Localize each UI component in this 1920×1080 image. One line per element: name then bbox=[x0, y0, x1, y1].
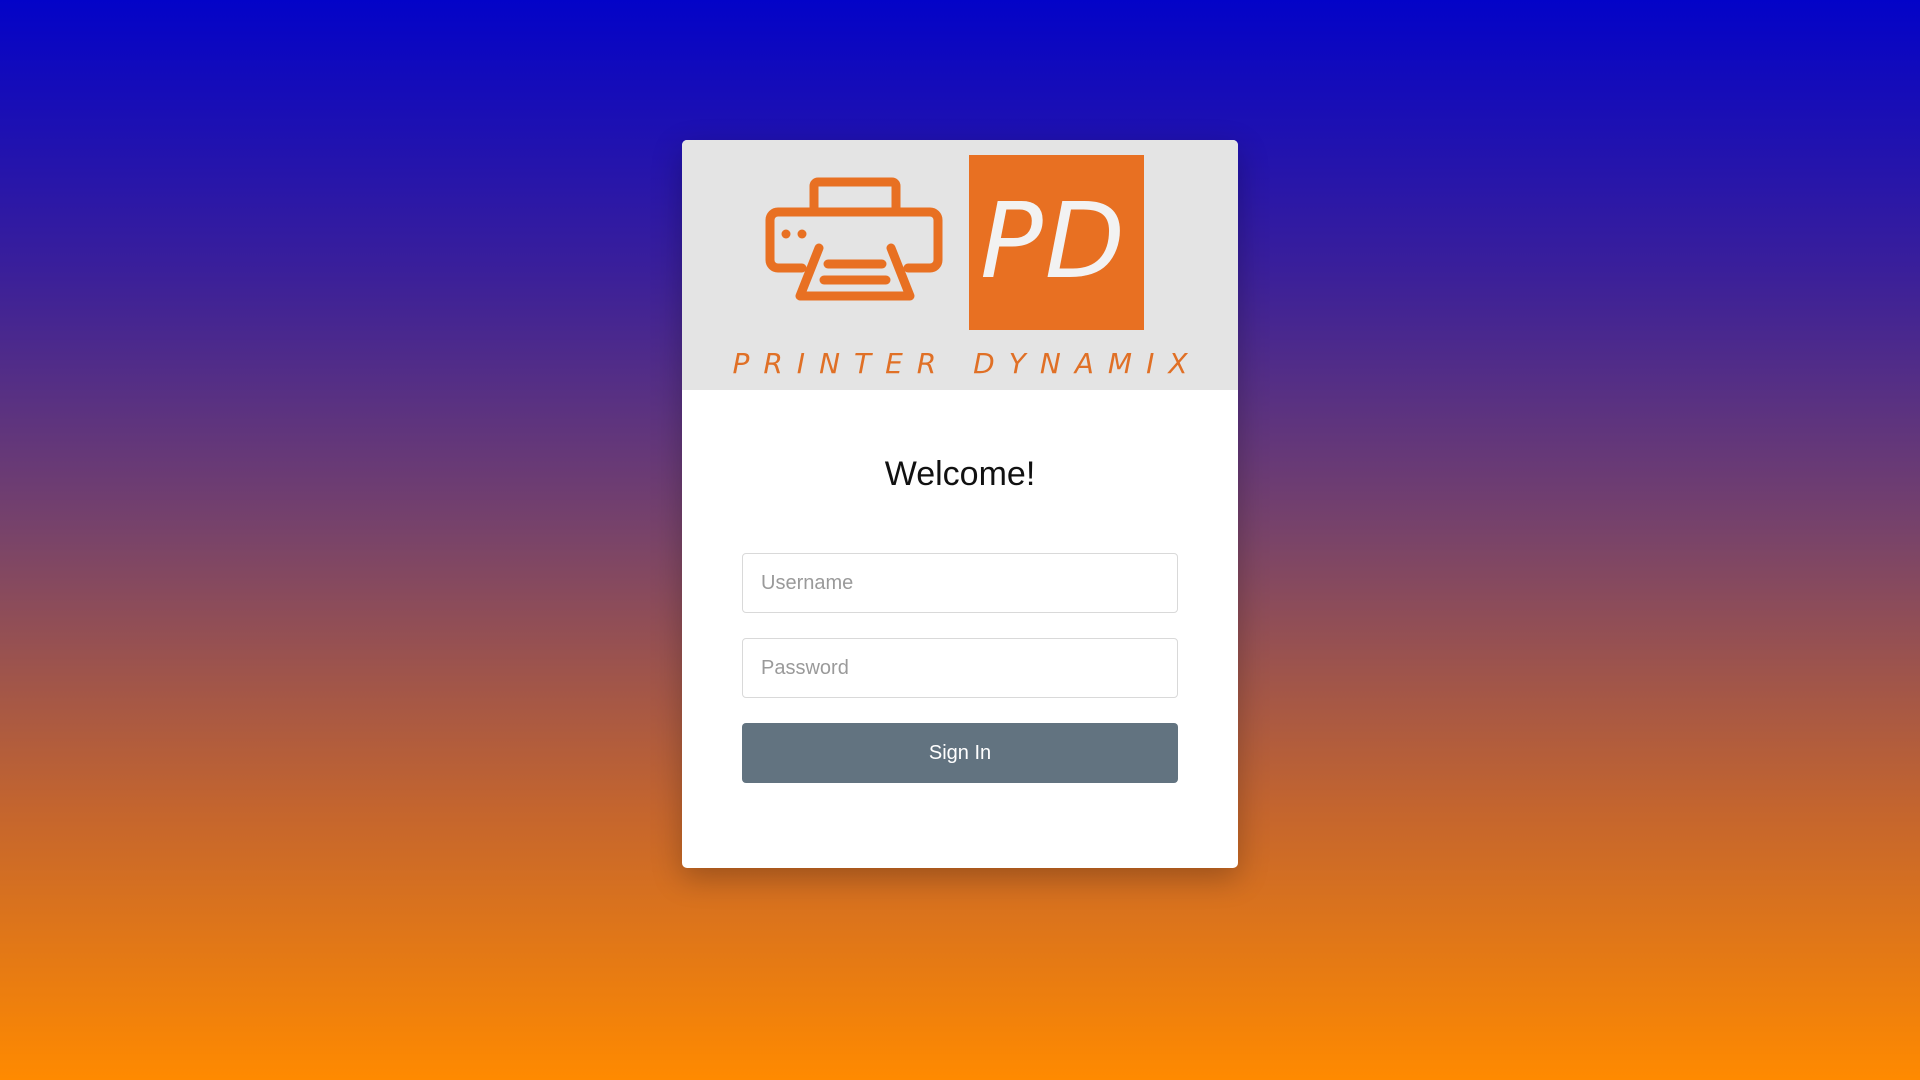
username-input[interactable] bbox=[742, 553, 1178, 613]
welcome-heading: Welcome! bbox=[884, 455, 1036, 493]
password-input[interactable] bbox=[742, 638, 1178, 698]
logo-banner: PD PRINTER DYNAMIX bbox=[682, 140, 1238, 390]
login-card: PD PRINTER DYNAMIX Welcome! Sign In bbox=[682, 140, 1238, 868]
brand-name: PRINTER DYNAMIX bbox=[732, 347, 1202, 380]
pd-monogram-box: PD bbox=[969, 155, 1144, 330]
printer-icon bbox=[765, 177, 943, 301]
pd-monogram: PD bbox=[980, 179, 1127, 302]
sign-in-button[interactable]: Sign In bbox=[742, 723, 1178, 783]
